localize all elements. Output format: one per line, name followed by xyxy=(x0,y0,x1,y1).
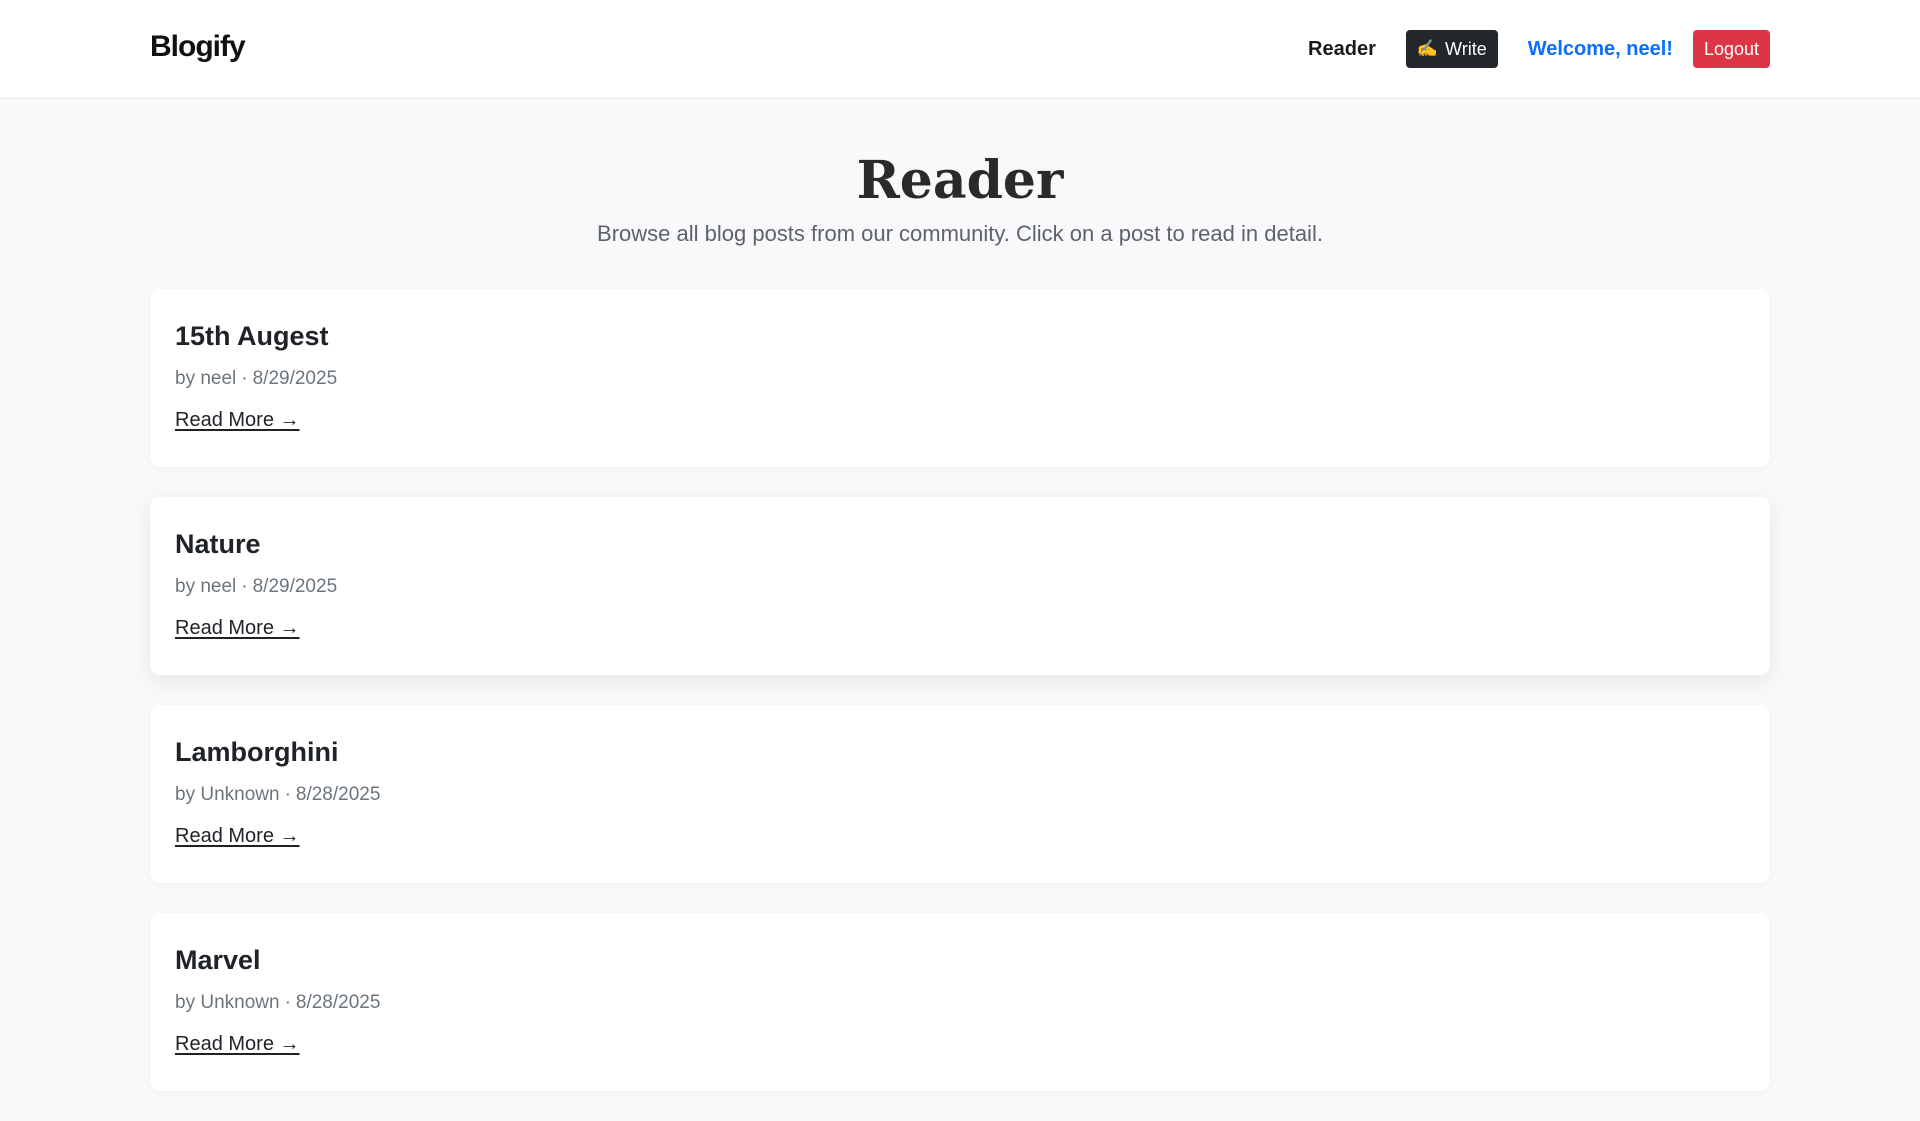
post-date: 8/28/2025 xyxy=(295,992,381,1013)
post-title[interactable]: Lamborghini xyxy=(175,737,1745,768)
welcome-message: Welcome, neel! xyxy=(1527,37,1673,60)
write-button-label: Write xyxy=(1445,38,1487,59)
brand-logo[interactable]: Blogify xyxy=(150,30,246,64)
top-navbar: Blogify Reader ✍️ Write Welcome, neel! L… xyxy=(0,0,1920,99)
post-title[interactable]: Marvel xyxy=(175,945,1745,976)
read-more-link[interactable]: Read More → xyxy=(175,1033,300,1056)
page-title: Reader xyxy=(856,150,1064,211)
post-list: 15th Augest by neel · 8/29/2025 Read More … xyxy=(150,289,1770,1121)
post-meta: by Unknown · 8/28/2025 xyxy=(175,784,381,805)
post-date: 8/29/2025 xyxy=(252,368,338,389)
read-more-link[interactable]: Read More → xyxy=(175,409,300,432)
write-button[interactable]: ✍️ Write xyxy=(1405,30,1498,68)
post-meta: by Unknown · 8/28/2025 xyxy=(175,992,381,1013)
nav-reader-link[interactable]: Reader xyxy=(1308,38,1376,61)
post-card[interactable]: Lamborghini by Unknown · 8/28/2025 Read Mo… xyxy=(150,705,1770,883)
page-header: Reader Browse all blog posts from our co… xyxy=(0,99,1920,247)
page-subtitle: Browse all blog posts from our community… xyxy=(597,221,1323,247)
post-author: by neel xyxy=(175,576,237,597)
read-more-link[interactable]: Read More → xyxy=(175,617,300,640)
post-card[interactable]: 15th Augest by neel · 8/29/2025 Read More … xyxy=(150,289,1770,467)
read-more-link[interactable]: Read More → xyxy=(175,825,300,848)
post-title[interactable]: 15th Augest xyxy=(175,321,1745,352)
post-author: by Unknown xyxy=(175,992,280,1013)
logout-button[interactable]: Logout xyxy=(1692,30,1770,68)
post-meta: by neel · 8/29/2025 xyxy=(175,576,338,597)
post-author: by neel xyxy=(175,368,237,389)
post-card[interactable]: Marvel by Unknown · 8/28/2025 Read More → xyxy=(150,913,1770,1091)
writing-hand-icon: ✍️ xyxy=(1416,39,1439,58)
post-author: by Unknown xyxy=(175,784,280,805)
post-date: 8/29/2025 xyxy=(252,576,338,597)
post-card[interactable]: Nature by neel · 8/29/2025 Read More → xyxy=(150,497,1770,675)
post-meta: by neel · 8/29/2025 xyxy=(175,368,338,389)
post-date: 8/28/2025 xyxy=(295,784,381,805)
post-title[interactable]: Nature xyxy=(175,529,1745,560)
nav-actions: Reader ✍️ Write Welcome, neel! Logout xyxy=(1308,29,1770,69)
